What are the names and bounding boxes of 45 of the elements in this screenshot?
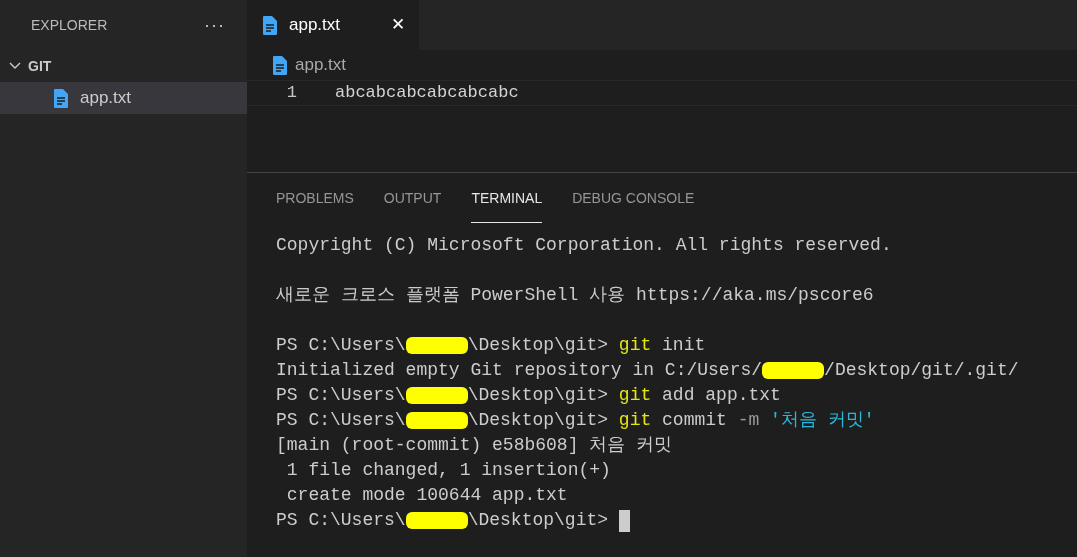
file-row[interactable]: app.txt — [0, 82, 247, 114]
terminal-text: \Desktop\git> — [467, 509, 610, 532]
redaction-mark — [405, 412, 468, 429]
terminal-text: create mode 100644 app.txt — [285, 484, 568, 507]
more-actions-button[interactable]: ··· — [204, 16, 225, 34]
terminal-text: commit — [661, 409, 728, 432]
terminal-text: -m — [737, 409, 760, 432]
redaction-mark — [405, 337, 468, 354]
terminal-text: \Desktop\git> — [467, 409, 610, 432]
breadcrumb-item[interactable]: app.txt — [295, 52, 347, 78]
terminal-text: git — [618, 334, 652, 357]
terminal-text: git — [618, 409, 652, 432]
terminal-text: PS C:\Users\ — [276, 384, 406, 407]
terminal-text: PS C:\Users\ — [276, 409, 406, 432]
terminal-cursor — [618, 509, 630, 532]
sidebar-title: EXPLORER — [31, 15, 108, 35]
terminal-text: \Desktop\git> — [467, 384, 610, 407]
terminal-text: git — [618, 384, 652, 407]
file-icon — [273, 55, 287, 75]
terminal-text: /Desktop/git/.git/ — [824, 359, 1019, 382]
terminal-text: '처음 커밋' — [769, 409, 875, 432]
terminal-text: Initialized empty Git repository in C:/Users/ — [276, 359, 763, 382]
panel-tab[interactable]: DEBUG CONSOLE — [572, 175, 695, 223]
file-icon — [263, 15, 277, 35]
panel-tab[interactable]: OUTPUT — [383, 175, 442, 223]
code-line: abcabcabcabcabcabc — [335, 82, 519, 105]
terminal-text: 1 file changed, 1 insertion(+) — [285, 459, 611, 482]
close-button[interactable]: ✕ — [391, 12, 405, 38]
line-number: 1 — [285, 82, 298, 105]
folder-row[interactable]: GIT — [0, 50, 247, 82]
editor-tab[interactable]: app.txt ✕ — [247, 0, 419, 50]
terminal-text: add app.txt — [661, 384, 781, 407]
terminal-text: \Desktop\git> — [467, 334, 610, 357]
terminal-text: 새로운 크로스 플랫폼 PowerShell 사용 https://aka.ms/pscore6 — [276, 284, 874, 307]
terminal-text: [main (root-commit) e58b608] 처음 커밋 — [276, 434, 673, 457]
panel-tab[interactable]: TERMINAL — [471, 175, 543, 223]
redaction-mark — [405, 387, 468, 404]
terminal-text: Copyright (C) Microsoft Corporation. All rights reserved. — [276, 234, 892, 257]
panel-tab[interactable]: PROBLEMS — [276, 175, 354, 223]
redaction-mark — [405, 512, 468, 529]
terminal-text: PS C:\Users\ — [276, 509, 406, 532]
terminal-text: init — [661, 334, 706, 357]
redaction-mark — [762, 362, 825, 379]
terminal-text: PS C:\Users\ — [276, 334, 406, 357]
file-icon — [54, 88, 68, 108]
